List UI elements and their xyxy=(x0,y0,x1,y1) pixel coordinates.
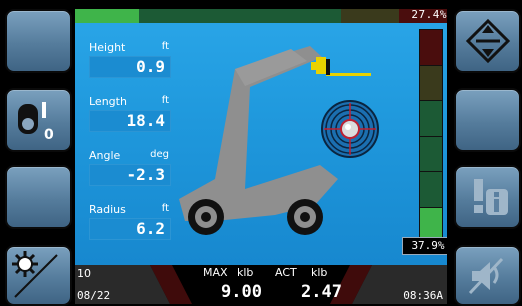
length-unit: ft xyxy=(161,95,169,106)
top-seg-dark-green xyxy=(139,9,341,23)
top-percent: 27.4% xyxy=(411,8,447,21)
radius-value: 6.2 xyxy=(89,218,171,240)
display-frame: 0 Height ft 0.9 Length ft 18.4 Angle deg… xyxy=(0,0,522,306)
angle-value: -2.3 xyxy=(89,164,171,186)
day-night-icon xyxy=(12,251,58,298)
height-label: Height xyxy=(89,41,126,54)
alert-info-icon xyxy=(474,179,508,215)
radius-unit: ft xyxy=(161,203,169,214)
radius-readout: Radius ft 6.2 xyxy=(89,203,171,240)
length-label: Length xyxy=(89,95,127,108)
max-label: MAX xyxy=(203,266,228,279)
load-seg-dark-green-1 xyxy=(420,101,442,137)
angle-unit: deg xyxy=(150,149,169,160)
act-label: ACT xyxy=(275,266,297,279)
act-value: 2.47 xyxy=(301,282,342,302)
bottom-status-bar: 10 08/22 MAX klb ACT klb 9.00 2.47 08:36… xyxy=(75,265,447,304)
capacity-readout: MAX klb ACT klb 9.00 2.47 xyxy=(165,265,355,304)
level-diamond-icon xyxy=(465,18,511,64)
top-moment-bar: 27.4% xyxy=(75,8,447,23)
right-info-button[interactable] xyxy=(454,165,521,229)
right-upper-button[interactable] xyxy=(454,88,521,152)
height-readout: Height ft 0.9 xyxy=(89,41,171,78)
load-seg-dark-green-2 xyxy=(420,136,442,172)
angle-label: Angle xyxy=(89,149,121,162)
level-target-icon xyxy=(321,100,379,158)
height-value: 0.9 xyxy=(89,56,171,78)
left-top-button[interactable] xyxy=(5,9,72,73)
load-seg-olive xyxy=(420,65,442,101)
left-tilt-button[interactable]: 0 xyxy=(5,88,72,152)
load-seg-dark-green-3 xyxy=(420,172,442,208)
top-seg-olive xyxy=(341,9,399,23)
time-text: 08:36A xyxy=(403,289,443,302)
left-middle-button[interactable] xyxy=(5,165,72,229)
main-screen: Height ft 0.9 Length ft 18.4 Angle deg -2.3… xyxy=(75,9,447,265)
right-level-button[interactable] xyxy=(454,9,521,73)
load-bar xyxy=(419,29,443,243)
height-unit: ft xyxy=(161,41,169,52)
act-unit: klb xyxy=(311,266,328,279)
right-mute-button[interactable] xyxy=(454,245,521,306)
mute-icon xyxy=(468,257,504,295)
svg-text:0: 0 xyxy=(44,127,54,143)
max-value: 9.00 xyxy=(221,282,262,302)
radius-label: Radius xyxy=(89,203,126,216)
angle-readout: Angle deg -2.3 xyxy=(89,149,171,186)
tilt-sensor-icon: 0 xyxy=(18,102,54,143)
load-seg-red xyxy=(420,30,442,66)
date-text: 08/22 xyxy=(77,289,111,302)
counter-text: 10 xyxy=(77,267,91,280)
left-daynight-button[interactable] xyxy=(5,245,72,306)
top-seg-green xyxy=(75,9,139,23)
length-readout: Length ft 18.4 xyxy=(89,95,171,132)
load-percent: 37.9% xyxy=(402,237,447,255)
length-value: 18.4 xyxy=(89,110,171,132)
max-unit: klb xyxy=(237,266,254,279)
